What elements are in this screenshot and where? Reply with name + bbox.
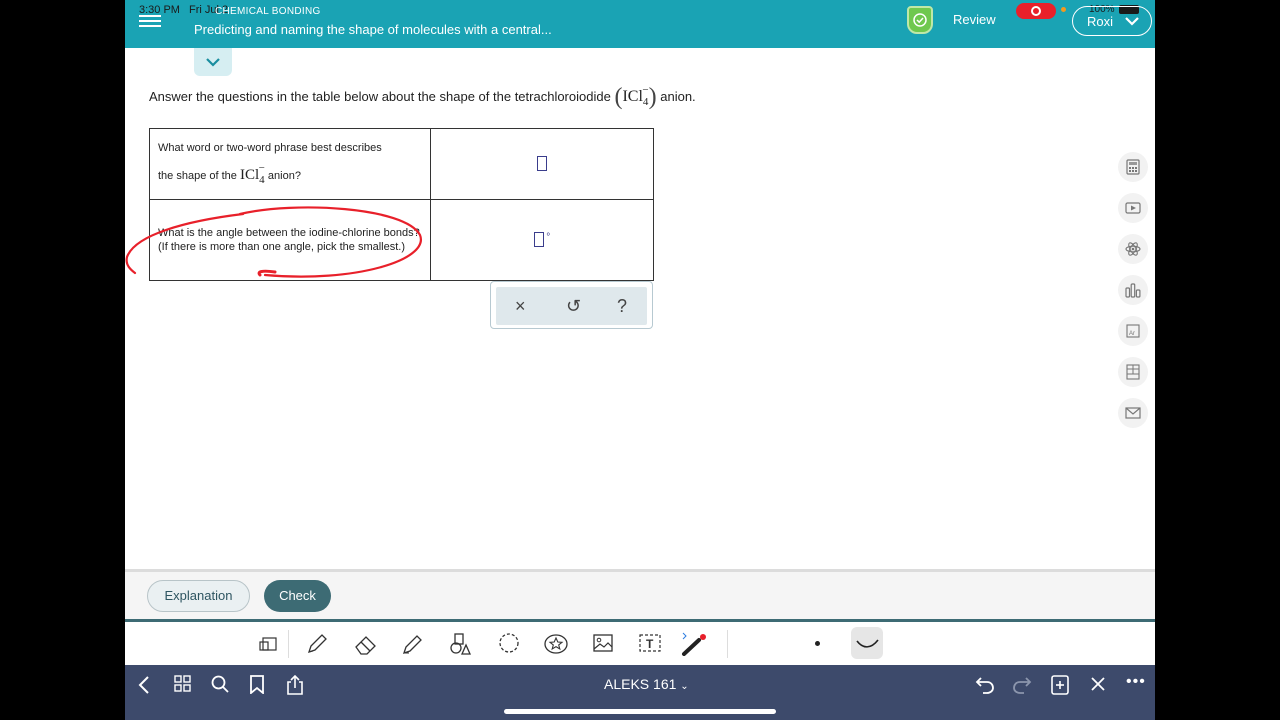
toolbar-separator <box>288 630 289 658</box>
eraser-icon[interactable] <box>353 632 379 661</box>
calculator-icon[interactable] <box>1118 152 1148 182</box>
explanation-button[interactable]: Explanation <box>147 580 250 612</box>
redo-icon[interactable] <box>1012 675 1032 700</box>
periodic-table-icon[interactable]: Ar <box>1118 316 1148 346</box>
image-icon[interactable] <box>592 632 614 659</box>
search-icon[interactable] <box>211 675 229 698</box>
user-menu-button[interactable]: Roxi <box>1072 6 1152 36</box>
lasso-icon[interactable] <box>497 632 521 661</box>
help-button[interactable]: ? <box>617 296 627 317</box>
atom-icon[interactable] <box>1118 234 1148 264</box>
pen-icon[interactable] <box>305 632 329 661</box>
mic-indicator-icon <box>1061 7 1066 12</box>
chevron-down-icon: ⌄ <box>680 681 689 692</box>
bottom-nav: ALEKS 161 ⌄ ••• <box>125 665 1155 720</box>
stroke-width-dot[interactable] <box>815 641 820 646</box>
formula: ICl4− <box>622 84 649 108</box>
action-bar: Explanation Check <box>125 572 1155 620</box>
header-bar: 3:30 PM Fri Jul 2 CHEMICAL BONDING Predi… <box>125 0 1155 48</box>
keypad-panel: × ↺ ? <box>496 287 647 325</box>
highlighter-icon[interactable] <box>401 632 425 661</box>
page-title: Predicting and naming the shape of molec… <box>194 22 552 37</box>
user-name: Roxi <box>1087 14 1114 29</box>
shape-answer-input[interactable] <box>537 156 548 172</box>
bluetooth-pen-icon[interactable] <box>681 632 709 661</box>
undo-icon[interactable] <box>975 675 995 700</box>
prompt-suffix: anion. <box>660 89 696 104</box>
drawing-toolbar: T <box>125 622 1155 665</box>
back-icon[interactable] <box>137 675 151 700</box>
share-icon[interactable] <box>286 674 304 700</box>
clear-button[interactable]: × <box>515 296 526 317</box>
chart-icon[interactable] <box>1118 275 1148 305</box>
add-page-icon[interactable] <box>1051 675 1069 700</box>
svg-text:T: T <box>646 637 654 651</box>
lasso-crop-icon[interactable] <box>258 632 280 659</box>
mail-icon[interactable] <box>1118 398 1148 428</box>
question-prompt: Answer the questions in the table below … <box>149 84 696 110</box>
collapse-toggle[interactable] <box>194 48 232 76</box>
angle-answer-input[interactable] <box>534 232 545 248</box>
undo-button[interactable]: ↺ <box>566 296 581 317</box>
screen-record-icon <box>1016 3 1056 19</box>
data-icon[interactable] <box>1118 357 1148 387</box>
document-title[interactable]: ALEKS 161 ⌄ <box>604 676 689 692</box>
video-icon[interactable] <box>1118 193 1148 223</box>
stroke-style-button[interactable] <box>851 627 883 659</box>
text-icon[interactable]: T <box>638 632 662 659</box>
chevron-down-icon <box>206 58 220 67</box>
answer-keypad: × ↺ ? <box>490 281 653 329</box>
svg-text:Ar: Ar <box>1129 331 1135 337</box>
more-icon[interactable]: ••• <box>1126 673 1146 691</box>
question-cell: What is the angle between the iodine-chl… <box>148 199 432 281</box>
bookmark-icon[interactable] <box>249 675 265 699</box>
sticker-icon[interactable] <box>543 632 569 661</box>
check-button[interactable]: Check <box>264 580 331 612</box>
close-icon[interactable] <box>1089 675 1107 698</box>
review-button[interactable]: Review <box>953 12 996 27</box>
app-screen: 3:30 PM Fri Jul 2 CHEMICAL BONDING Predi… <box>125 0 1155 720</box>
table-row: What word or two-word phrase best descri… <box>148 128 654 200</box>
answer-cell[interactable] <box>430 128 654 200</box>
chevron-down-icon <box>1125 13 1139 31</box>
shapes-icon[interactable] <box>448 632 472 661</box>
answer-cell[interactable]: ° <box>430 199 654 281</box>
toolbar-separator <box>727 630 728 658</box>
grid-icon[interactable] <box>174 675 192 698</box>
table-row: What is the angle between the iodine-chl… <box>148 199 654 281</box>
question-cell: What word or two-word phrase best descri… <box>148 128 432 200</box>
question-table: What word or two-word phrase best descri… <box>148 128 654 281</box>
shield-check-icon[interactable] <box>907 6 933 34</box>
degree-unit: ° <box>546 232 551 243</box>
status-time: 3:30 PM <box>139 4 180 16</box>
home-indicator <box>504 709 776 714</box>
prompt-text: Answer the questions in the table below … <box>149 89 611 104</box>
topic-label: CHEMICAL BONDING <box>215 6 321 17</box>
